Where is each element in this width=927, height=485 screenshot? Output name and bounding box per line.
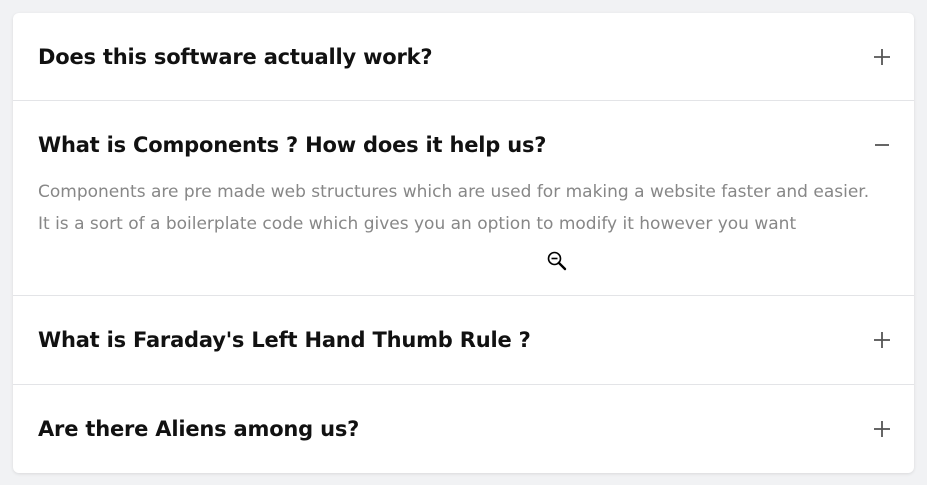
faq-item: Are there Aliens among us?: [13, 385, 914, 473]
faq-question: Does this software actually work?: [38, 45, 433, 69]
faq-item: What is Faraday's Left Hand Thumb Rule ?: [13, 296, 914, 385]
faq-item: What is Components ? How does it help us…: [13, 101, 914, 296]
minus-icon[interactable]: [872, 135, 892, 155]
faq-item: Does this software actually work?: [13, 13, 914, 101]
faq-accordion: Does this software actually work? What i…: [13, 13, 914, 473]
faq-item-header[interactable]: Does this software actually work?: [38, 42, 892, 72]
plus-icon[interactable]: [872, 47, 892, 67]
plus-icon[interactable]: [872, 419, 892, 439]
zoom-out-cursor-icon: [546, 250, 568, 272]
faq-answer: Components are pre made web structures w…: [38, 182, 870, 234]
faq-item-header[interactable]: Are there Aliens among us?: [38, 414, 892, 444]
faq-question: Are there Aliens among us?: [38, 417, 360, 441]
faq-question: What is Faraday's Left Hand Thumb Rule ?: [38, 328, 531, 352]
faq-question: What is Components ? How does it help us…: [38, 133, 547, 157]
faq-item-header[interactable]: What is Faraday's Left Hand Thumb Rule ?: [38, 325, 892, 355]
plus-icon[interactable]: [872, 330, 892, 350]
faq-item-header[interactable]: What is Components ? How does it help us…: [38, 130, 892, 160]
